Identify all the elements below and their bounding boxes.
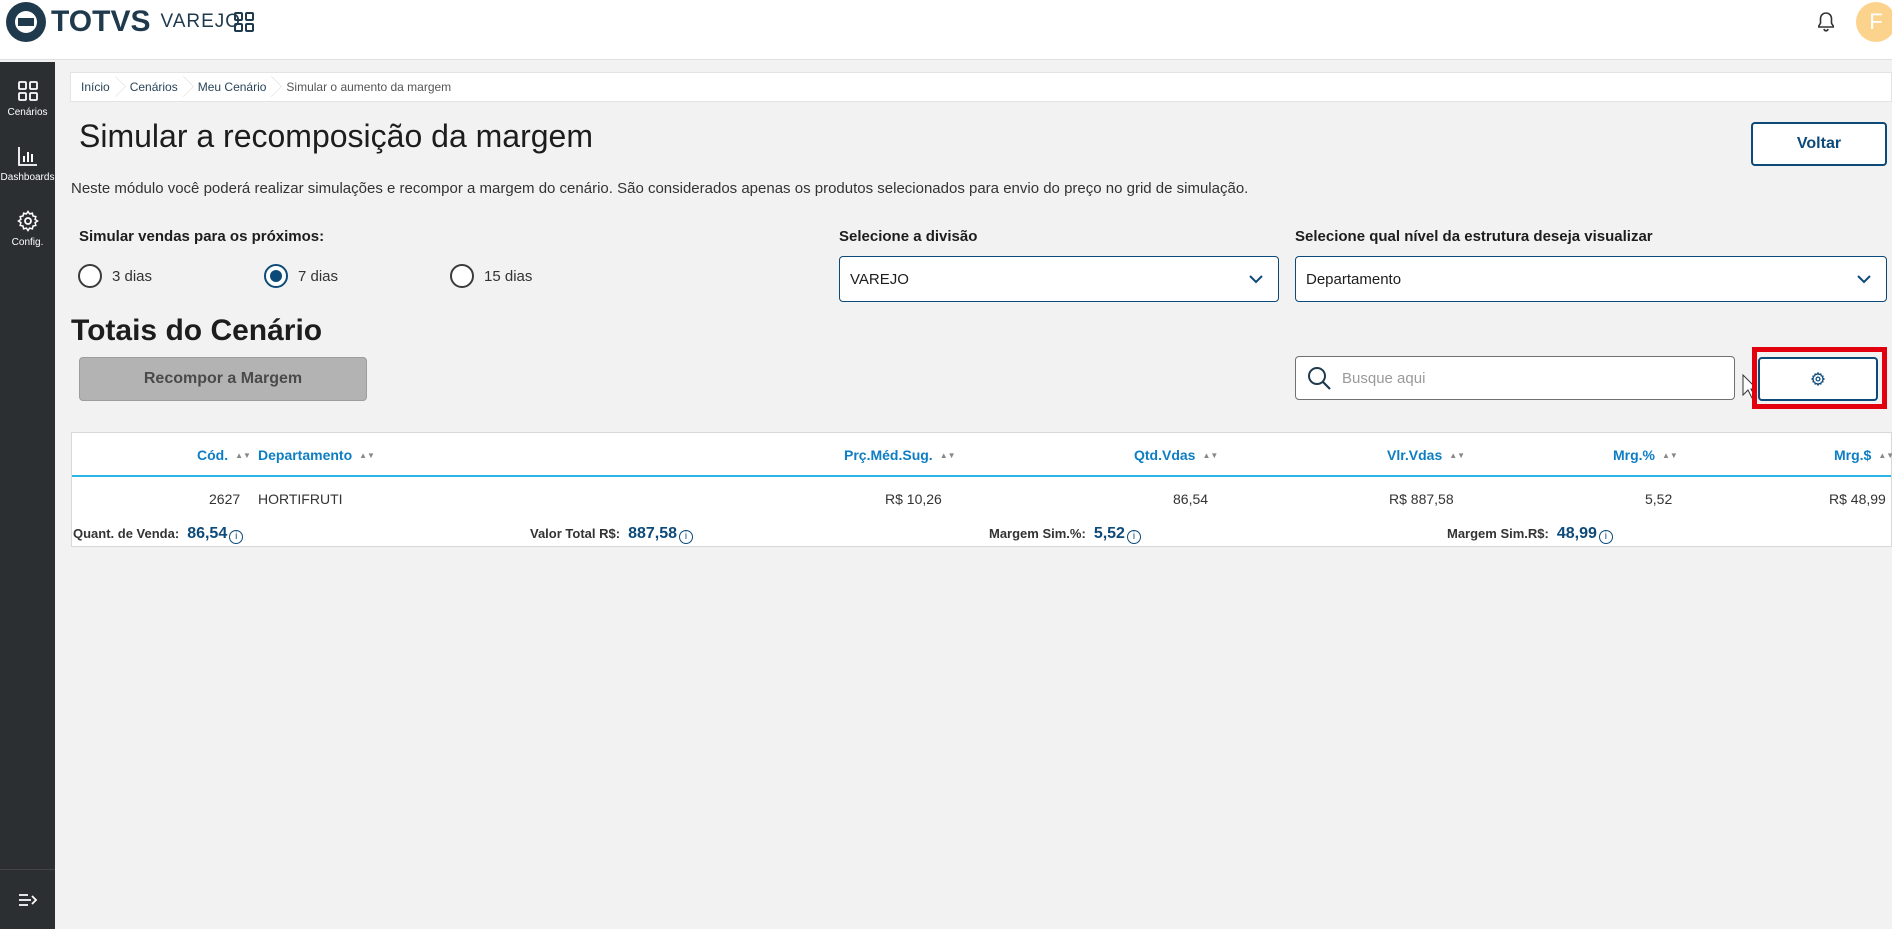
page-title: Simular a recomposição da margem — [79, 118, 593, 154]
structure-select[interactable]: Departamento — [1295, 256, 1887, 302]
chevron-down-icon — [1857, 275, 1871, 284]
sidebar-item-cenarios[interactable]: Cenários — [0, 70, 55, 126]
top-bar: TOTVS VAREJO F — [0, 0, 1892, 60]
gear-icon — [16, 210, 39, 232]
info-icon[interactable]: i — [229, 529, 244, 544]
radio-circle — [264, 264, 288, 288]
total-valor: Valor Total R$: 887,58 i — [530, 525, 693, 544]
cell-vlr-vdas: R$ 887,58 — [1389, 491, 1454, 507]
chevron-down-icon — [1249, 275, 1263, 284]
division-select[interactable]: VAREJO — [839, 256, 1279, 302]
radio-circle — [450, 264, 474, 288]
cell-cod: 2627 — [209, 491, 241, 507]
column-header-mrg-pct[interactable]: Mrg.% ▲▼ — [1613, 447, 1678, 463]
simulation-table: Cód. ▲▼ Departamento ▲▼ Prç.Méd.Sug. ▲▼ Qtd… — [71, 432, 1892, 547]
sort-icon[interactable]: ▲▼ — [1878, 451, 1892, 459]
search-icon — [1308, 367, 1331, 390]
sort-icon[interactable]: ▲▼ — [235, 451, 251, 459]
totvs-logo-icon — [6, 2, 46, 42]
radio-15-dias[interactable]: 15 dias — [450, 264, 532, 288]
sort-icon[interactable]: ▲▼ — [940, 451, 956, 459]
breadcrumb: Início Cenários Meu Cenário Simular o au… — [70, 72, 1892, 102]
apps-grid-icon[interactable] — [234, 12, 254, 32]
gear-icon — [1811, 372, 1825, 386]
structure-label: Selecione qual nível da estrutura deseja… — [1295, 228, 1653, 245]
totals-title: Totais do Cenário — [71, 314, 323, 347]
cell-qtd-vdas: 86,54 — [1173, 491, 1209, 507]
simulation-label: Simular vendas para os próximos: — [79, 228, 325, 245]
sort-icon[interactable]: ▲▼ — [359, 451, 375, 459]
brand-name: TOTVS — [51, 5, 151, 38]
column-header-qtd-vdas[interactable]: Qtd.Vdas ▲▼ — [1134, 447, 1218, 463]
info-icon[interactable]: i — [679, 529, 693, 544]
sort-icon[interactable]: ▲▼ — [1202, 451, 1218, 459]
column-header-mrg-val[interactable]: Mrg.$ ▲▼ — [1834, 447, 1892, 463]
cell-departamento: HORTIFRUTI — [258, 491, 343, 507]
search-input[interactable] — [1342, 369, 1702, 387]
structure-value: Departamento — [1306, 270, 1402, 288]
info-icon[interactable]: i — [1126, 529, 1141, 544]
expand-menu-icon — [18, 893, 37, 906]
sidebar-item-config[interactable]: Config. — [0, 200, 55, 256]
recompose-margin-button[interactable]: Recompor a Margem — [79, 357, 367, 401]
breadcrumb-inicio[interactable]: Início — [71, 72, 120, 102]
breadcrumb-cenarios[interactable]: Cenários — [120, 72, 188, 102]
cell-mrg-val: R$ 48,99 — [1829, 491, 1886, 507]
total-margem-val: Margem Sim.R$: 48,99 i — [1447, 525, 1613, 544]
sidebar-item-label: Cenários — [7, 107, 48, 118]
division-value: VAREJO — [850, 270, 909, 288]
back-button[interactable]: Voltar — [1751, 122, 1887, 166]
radio-label: 15 dias — [484, 267, 533, 285]
column-header-cod[interactable]: Cód. ▲▼ — [197, 447, 251, 463]
radio-label: 7 dias — [298, 267, 339, 285]
sort-icon[interactable]: ▲▼ — [1662, 451, 1678, 459]
radio-label: 3 dias — [112, 267, 153, 285]
radio-circle — [78, 264, 102, 288]
sort-icon[interactable]: ▲▼ — [1449, 451, 1465, 459]
sidebar-item-label: Dashboards — [0, 172, 55, 183]
table-header: Cód. ▲▼ Departamento ▲▼ Prç.Méd.Sug. ▲▼ Qtd… — [72, 433, 1892, 477]
cell-mrg-pct: 5,52 — [1645, 491, 1673, 507]
bar-chart-icon — [17, 147, 37, 166]
division-label: Selecione a divisão — [839, 228, 978, 245]
user-avatar[interactable]: F — [1856, 2, 1892, 42]
brand-sub: VAREJO — [160, 11, 242, 32]
column-header-vlr-vdas[interactable]: Vlr.Vdas ▲▼ — [1387, 447, 1465, 463]
sidebar-toggle[interactable] — [0, 869, 55, 929]
total-quant-venda: Quant. de Venda: 86,54 i — [73, 525, 244, 544]
notification-bell-icon[interactable] — [1814, 10, 1838, 34]
column-header-departamento[interactable]: Departamento ▲▼ — [258, 447, 375, 463]
breadcrumb-meu-cenario[interactable]: Meu Cenário — [188, 72, 277, 102]
sidebar-item-dashboards[interactable]: Dashboards — [0, 135, 55, 191]
sidebar-item-label: Config. — [11, 237, 44, 248]
info-icon[interactable]: i — [1598, 529, 1613, 544]
total-margem-pct: Margem Sim.%: 5,52 i — [989, 525, 1141, 544]
totvs-logo[interactable]: TOTVS VAREJO — [6, 2, 241, 42]
sidebar: Cenários Dashboards Config. — [0, 62, 55, 929]
breadcrumb-current: Simular o aumento da margem — [286, 80, 452, 94]
grid-icon — [17, 81, 38, 101]
table-settings-button[interactable] — [1758, 357, 1878, 401]
radio-7-dias[interactable]: 7 dias — [264, 264, 338, 288]
radio-3-dias[interactable]: 3 dias — [78, 264, 152, 288]
search-field[interactable] — [1295, 356, 1735, 400]
cell-prc-med-sug: R$ 10,26 — [885, 491, 942, 507]
column-header-prc-med-sug[interactable]: Prç.Méd.Sug. ▲▼ — [844, 447, 956, 463]
page-description: Neste módulo você poderá realizar simula… — [71, 180, 1249, 197]
